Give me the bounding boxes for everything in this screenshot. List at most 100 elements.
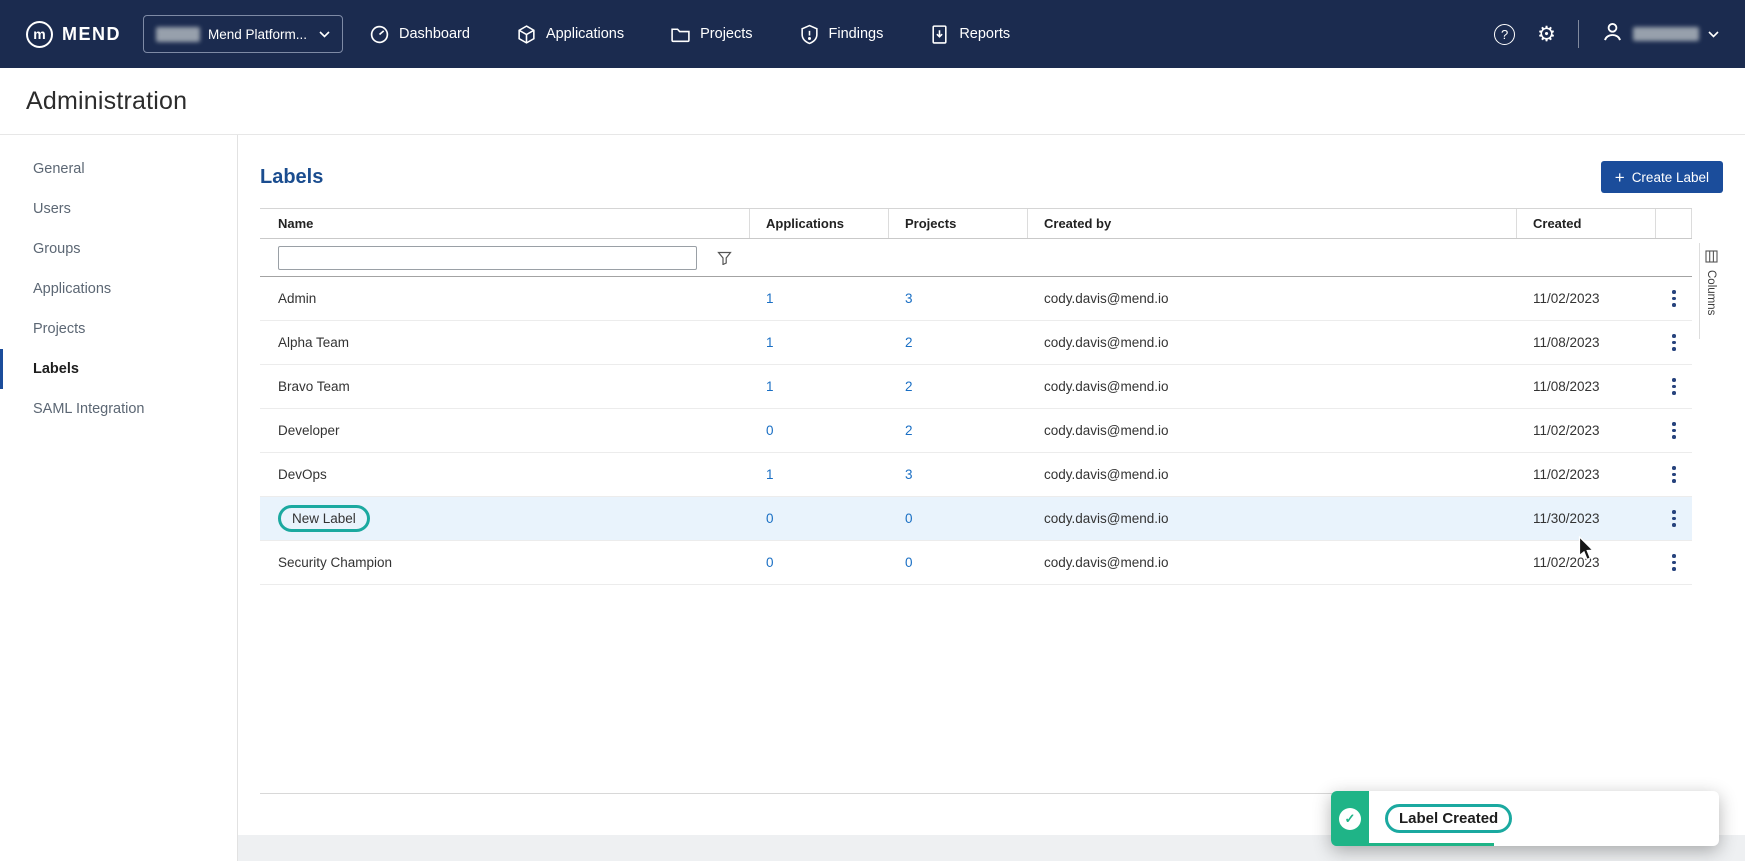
label-name-cell: New Label: [278, 505, 370, 532]
toast-message: Label Created: [1385, 804, 1512, 833]
row-menu-icon[interactable]: [1668, 418, 1680, 443]
sidebar-item-labels[interactable]: Labels: [0, 349, 237, 389]
table-row[interactable]: DevOps 1 3 cody.davis@mend.io 11/02/2023: [260, 453, 1692, 497]
page-title: Administration: [26, 87, 187, 116]
label-name-cell: Admin: [278, 291, 316, 306]
table-row[interactable]: Security Champion 0 0 cody.davis@mend.io…: [260, 541, 1692, 585]
projects-count-link[interactable]: 2: [905, 335, 913, 350]
sidebar-item-applications[interactable]: Applications: [0, 269, 237, 309]
projects-count-link[interactable]: 2: [905, 423, 913, 438]
projects-count-link[interactable]: 3: [905, 467, 913, 482]
user-menu[interactable]: [1601, 20, 1719, 48]
mend-logo[interactable]: m MEND: [26, 21, 121, 48]
created-by-cell: cody.davis@mend.io: [1028, 423, 1517, 438]
help-icon[interactable]: ?: [1494, 24, 1515, 45]
topbar-divider: [1578, 20, 1579, 48]
brand-name: MEND: [62, 24, 121, 45]
top-navbar: m MEND Mend Platform... Dashboard Applic…: [0, 0, 1745, 68]
projects-count-link[interactable]: 3: [905, 291, 913, 306]
nav-findings-label: Findings: [829, 26, 884, 42]
created-by-cell: cody.davis@mend.io: [1028, 291, 1517, 306]
created-by-cell: cody.davis@mend.io: [1028, 511, 1517, 526]
org-selector-dropdown[interactable]: Mend Platform...: [143, 15, 343, 53]
column-header-created-by[interactable]: Created by: [1028, 209, 1517, 238]
table-row[interactable]: Admin 1 3 cody.davis@mend.io 11/02/2023: [260, 277, 1692, 321]
create-label-button-text: Create Label: [1632, 170, 1709, 185]
nav-findings[interactable]: Findings: [799, 24, 884, 45]
nav-reports[interactable]: Reports: [929, 24, 1010, 45]
main-nav: Dashboard Applications Projects Findings…: [369, 24, 1010, 45]
toast-accent-bar: ✓: [1331, 791, 1369, 846]
table-empty-area: [260, 585, 1692, 793]
nav-projects-label: Projects: [700, 26, 752, 42]
created-by-cell: cody.davis@mend.io: [1028, 555, 1517, 570]
column-header-projects[interactable]: Projects: [889, 209, 1028, 238]
nav-dashboard-label: Dashboard: [399, 26, 470, 42]
dashboard-icon: [369, 24, 390, 45]
table-header-row: Name Applications Projects Created by Cr…: [260, 209, 1692, 239]
label-name-cell: Bravo Team: [278, 379, 350, 394]
row-menu-icon[interactable]: [1668, 462, 1680, 487]
label-name-cell: Developer: [278, 423, 340, 438]
sidebar-item-general[interactable]: General: [0, 149, 237, 189]
column-header-applications[interactable]: Applications: [750, 209, 889, 238]
row-menu-icon[interactable]: [1668, 374, 1680, 399]
row-menu-icon[interactable]: [1668, 550, 1680, 575]
nav-applications-label: Applications: [546, 26, 624, 42]
applications-count-link[interactable]: 1: [766, 467, 774, 482]
table-row[interactable]: Developer 0 2 cody.davis@mend.io 11/02/2…: [260, 409, 1692, 453]
labels-section-title: Labels: [260, 166, 323, 189]
created-date-cell: 11/02/2023: [1517, 467, 1656, 482]
nav-applications[interactable]: Applications: [516, 24, 624, 45]
created-date-cell: 11/08/2023: [1517, 335, 1656, 350]
label-name-cell: Security Champion: [278, 555, 392, 570]
nav-dashboard[interactable]: Dashboard: [369, 24, 470, 45]
toast-notification[interactable]: ✓ Label Created: [1331, 791, 1719, 846]
created-date-cell: 11/02/2023: [1517, 291, 1656, 306]
created-date-cell: 11/30/2023: [1517, 511, 1656, 526]
created-by-cell: cody.davis@mend.io: [1028, 335, 1517, 350]
create-label-button[interactable]: + Create Label: [1601, 161, 1723, 193]
nav-reports-label: Reports: [959, 26, 1010, 42]
nav-projects[interactable]: Projects: [670, 24, 752, 45]
columns-tab-label: Columns: [1705, 270, 1717, 315]
table-row[interactable]: New Label 0 0 cody.davis@mend.io 11/30/2…: [260, 497, 1692, 541]
applications-count-link[interactable]: 0: [766, 423, 774, 438]
created-date-cell: 11/08/2023: [1517, 379, 1656, 394]
projects-count-link[interactable]: 2: [905, 379, 913, 394]
row-menu-icon[interactable]: [1668, 506, 1680, 531]
filter-funnel-icon[interactable]: [717, 251, 732, 265]
sidebar-item-groups[interactable]: Groups: [0, 229, 237, 269]
created-by-cell: cody.davis@mend.io: [1028, 379, 1517, 394]
applications-count-link[interactable]: 1: [766, 379, 774, 394]
column-header-actions: [1656, 209, 1692, 238]
column-header-created[interactable]: Created: [1517, 209, 1656, 238]
redacted-org-name: [156, 27, 200, 42]
name-filter-input[interactable]: [278, 246, 697, 270]
user-avatar-icon: [1601, 20, 1624, 48]
folder-icon: [670, 24, 691, 45]
table-row[interactable]: Alpha Team 1 2 cody.davis@mend.io 11/08/…: [260, 321, 1692, 365]
created-by-cell: cody.davis@mend.io: [1028, 467, 1517, 482]
projects-count-link[interactable]: 0: [905, 511, 913, 526]
applications-count-link[interactable]: 1: [766, 291, 774, 306]
gear-icon[interactable]: ⚙: [1537, 24, 1556, 45]
row-menu-icon[interactable]: [1668, 286, 1680, 311]
labels-table: Name Applications Projects Created by Cr…: [260, 208, 1692, 836]
applications-count-link[interactable]: 1: [766, 335, 774, 350]
columns-panel-tab[interactable]: Columns: [1699, 243, 1722, 339]
table-row[interactable]: Bravo Team 1 2 cody.davis@mend.io 11/08/…: [260, 365, 1692, 409]
created-date-cell: 11/02/2023: [1517, 555, 1656, 570]
label-name-cell: DevOps: [278, 467, 327, 482]
applications-icon: [516, 24, 537, 45]
applications-count-link[interactable]: 0: [766, 555, 774, 570]
applications-count-link[interactable]: 0: [766, 511, 774, 526]
toast-progress-bar: [1331, 843, 1494, 846]
org-selector-label: Mend Platform...: [208, 27, 307, 42]
column-header-name[interactable]: Name: [260, 209, 750, 238]
sidebar-item-projects[interactable]: Projects: [0, 309, 237, 349]
row-menu-icon[interactable]: [1668, 330, 1680, 355]
sidebar-item-users[interactable]: Users: [0, 189, 237, 229]
sidebar-item-saml-integration[interactable]: SAML Integration: [0, 389, 237, 429]
projects-count-link[interactable]: 0: [905, 555, 913, 570]
